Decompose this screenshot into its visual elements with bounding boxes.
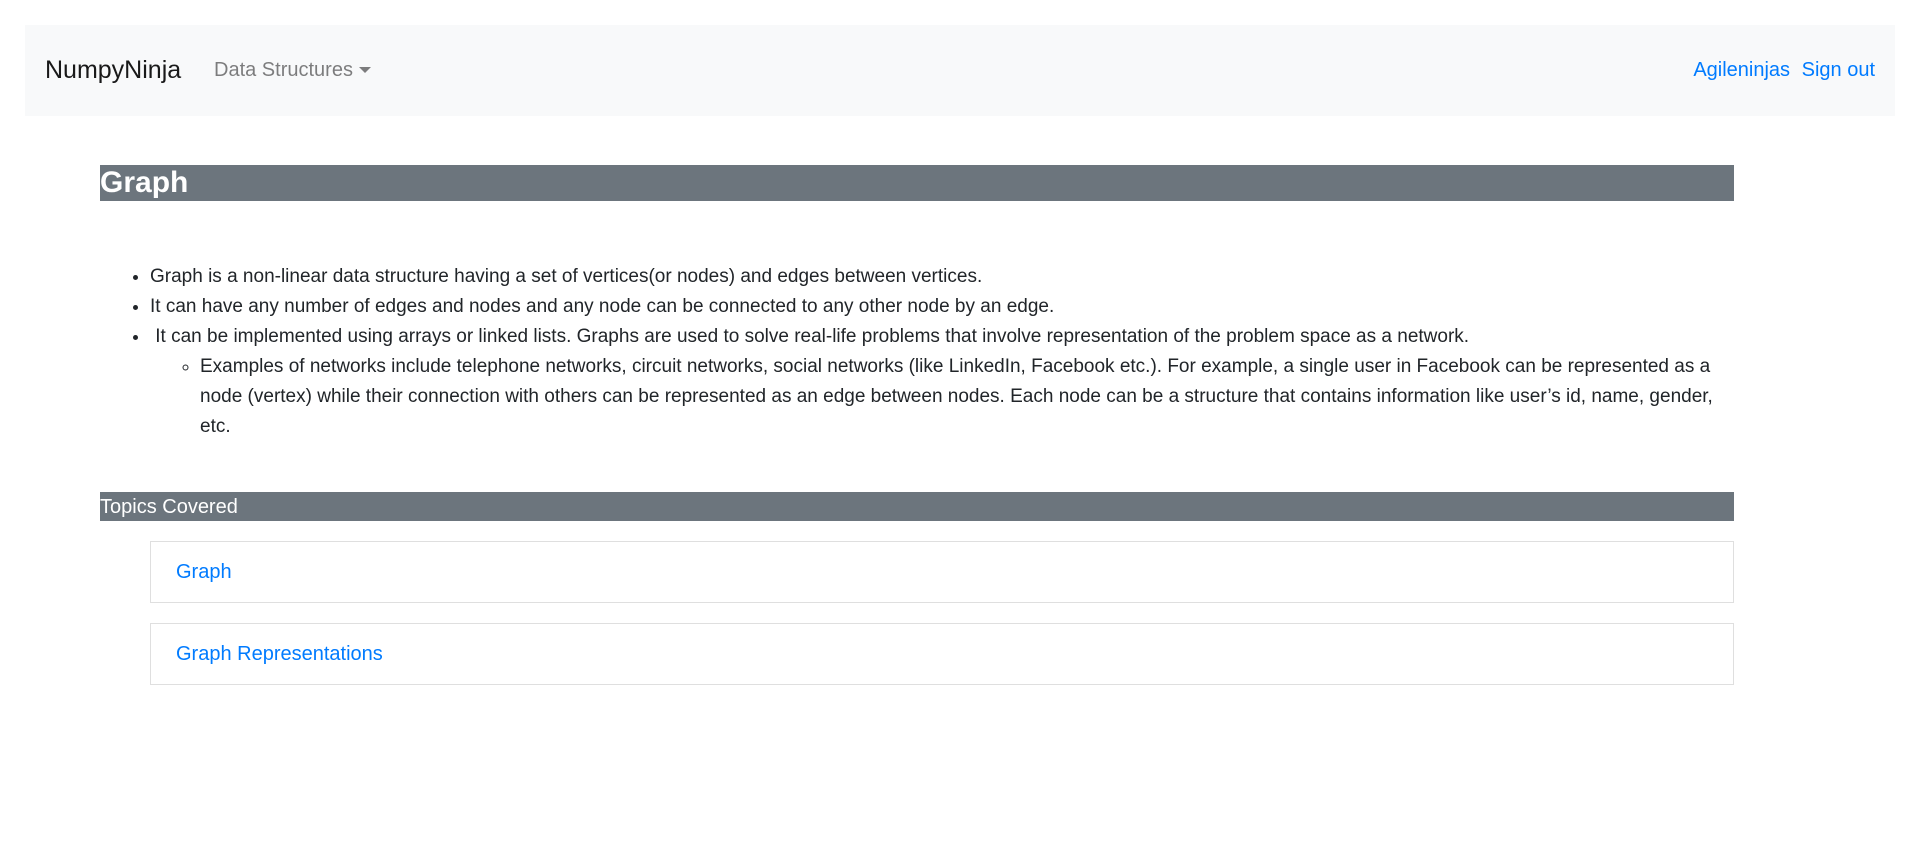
user-nav: Agileninjas Sign out — [1693, 25, 1875, 116]
list-item: It can be implemented using arrays or li… — [150, 322, 1734, 442]
sub-list: Examples of networks include telephone n… — [150, 352, 1734, 442]
topics-covered-header: Topics Covered — [100, 492, 1734, 521]
sub-list-item: Examples of networks include telephone n… — [200, 352, 1734, 442]
page-title: Graph — [100, 165, 1734, 201]
brand-link[interactable]: NumpyNinja — [45, 25, 181, 116]
topic-card-graph: Graph — [150, 541, 1734, 603]
signout-link[interactable]: Sign out — [1802, 59, 1875, 81]
list-item-text: It can be implemented using arrays or li… — [150, 326, 1470, 347]
list-item: It can have any number of edges and node… — [150, 292, 1734, 322]
topic-link-graph[interactable]: Graph — [176, 561, 232, 583]
caret-down-icon — [358, 67, 371, 73]
navbar: NumpyNinja Data Structures Agileninjas S… — [25, 25, 1895, 116]
list-item: Graph is a non-linear data structure hav… — [150, 262, 1734, 292]
data-structures-dropdown[interactable]: Data Structures — [214, 25, 371, 116]
topic-link-graph-representations[interactable]: Graph Representations — [176, 643, 383, 665]
user-link[interactable]: Agileninjas — [1693, 59, 1790, 81]
description-list: Graph is a non-linear data structure hav… — [100, 262, 1734, 442]
dropdown-label: Data Structures — [214, 59, 353, 81]
topic-card-graph-representations: Graph Representations — [150, 623, 1734, 685]
